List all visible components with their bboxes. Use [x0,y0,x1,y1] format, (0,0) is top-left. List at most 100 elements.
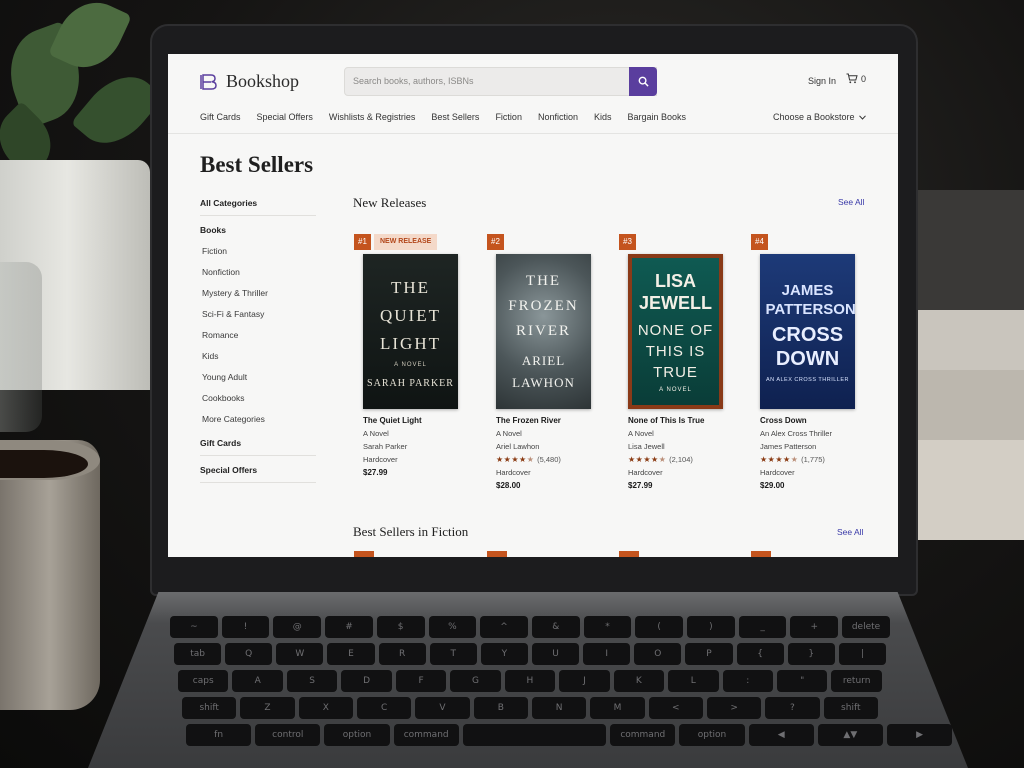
cart-count: 0 [861,73,867,84]
sidebar-item-cookbooks[interactable]: Cookbooks [200,392,316,413]
keyboard-key: < [648,697,703,719]
page-title: Best Sellers [200,152,314,177]
book-price: $28.00 [496,481,521,490]
nav-best-sellers[interactable]: Best Sellers [431,112,479,122]
nav-kids[interactable]: Kids [594,112,612,122]
search-button[interactable] [629,67,657,96]
rank-badge: #1 [354,234,371,250]
rank-badge-partial [751,551,771,557]
category-sidebar: All Categories Books Fiction Nonfiction … [200,198,316,492]
keyboard-key: command [393,724,459,746]
keyboard-key: } [787,643,835,665]
book-cover[interactable]: LISA JEWELL NONE OF THIS IS TRUE A NOVEL [628,254,723,409]
keyboard-key: tab [174,643,222,665]
rank-badge: #4 [751,234,768,250]
cart-button[interactable]: 0 [846,73,866,84]
book-author[interactable]: James Patterson [760,442,870,455]
keyboard-key: T [429,643,477,665]
keyboard-key: K [613,670,665,692]
keyboard-key: * [583,616,632,638]
book-title[interactable]: The Quiet Light [363,416,473,429]
sidebar-item-kids[interactable]: Kids [200,350,316,371]
nav-gift-cards[interactable]: Gift Cards [200,112,241,122]
keyboard-key: + [790,616,839,638]
sidebar-item-romance[interactable]: Romance [200,329,316,350]
keyboard-row: shift Z X C V B N M < >? shift [182,697,878,719]
divider [200,455,316,456]
section-title-fiction: Best Sellers in Fiction [353,524,469,539]
book-format: Hardcover [760,468,795,477]
see-all-link[interactable]: See All [837,527,863,537]
nav-bargain-books[interactable]: Bargain Books [628,112,687,122]
drinking-glass [0,262,42,432]
keyboard-key: " [776,670,828,692]
book-title[interactable]: Cross Down [760,416,870,429]
keyboard-key: E [327,643,375,665]
book-subtitle: A Novel [363,429,389,438]
book-author[interactable]: Ariel Lawhon [496,442,606,455]
sidebar-item-mystery-thriller[interactable]: Mystery & Thriller [200,287,316,308]
book-author[interactable]: Sarah Parker [363,442,473,455]
book-meta: The Frozen River A Novel Ariel Lawhon ★★… [496,416,606,494]
book-cover[interactable]: THE FROZEN RIVER ARIEL LAWHON [496,254,591,409]
keyboard-key: ) [687,616,735,638]
sidebar-item-young-adult[interactable]: Young Adult [200,371,316,392]
keyboard-key: # [325,616,373,638]
review-count: (5,480) [537,455,561,464]
nav-fiction[interactable]: Fiction [495,112,522,122]
sidebar-all-categories[interactable]: All Categories [200,198,316,215]
book-price: $29.00 [760,481,785,490]
book-title[interactable]: The Frozen River [496,416,606,429]
sidebar-item-scifi-fantasy[interactable]: Sci-Fi & Fantasy [200,308,316,329]
sidebar-item-more-categories[interactable]: More Categories [200,413,316,434]
keyboard-key: ▲▼ [817,724,883,746]
keyboard-key: { [736,643,784,665]
choose-bookstore-dropdown[interactable]: Choose a Bookstore [773,112,866,122]
sidebar-item-nonfiction[interactable]: Nonfiction [200,266,316,287]
book-cover[interactable]: JAMES PATTERSON CROSS DOWN AN ALEX CROSS… [760,254,856,409]
keyboard-key: ( [635,616,684,638]
sidebar-special-offers[interactable]: Special Offers [200,465,316,482]
cover-author: NONE OF THIS IS TRUE [637,322,714,381]
cover-author: ARIEL LAWHON [512,353,575,390]
book-cover[interactable]: THE QUIET LIGHT A NOVEL SARAH PARKER [363,254,458,409]
keyboard-key: fn [186,724,252,746]
search-input[interactable]: Search books, authors, ISBNs [344,67,657,96]
keyboard-key: _ [738,616,787,638]
coffee-mug [0,440,100,710]
keyboard-key: S [286,670,338,692]
keyboard-key: ▶ [886,724,953,746]
keyboard-row: ~! @ # $% ^ & *() _ + delete [170,616,890,638]
book-subtitle: A Novel [628,429,654,438]
site-logo[interactable]: Bookshop [200,71,299,92]
cover-title: JAMES PATTERSON [765,281,856,318]
see-all-link[interactable]: See All [838,197,864,207]
sign-in-link[interactable]: Sign In [808,76,836,86]
keyboard-key: option [679,724,745,746]
book-author[interactable]: Lisa Jewell [628,442,738,455]
keyboard-key: G [450,670,501,692]
keyboard-key: C [356,697,412,719]
nav-wishlists[interactable]: Wishlists & Registries [329,112,416,122]
keyboard-key: B [473,697,528,719]
keyboard-key [462,724,607,746]
sidebar-gift-cards[interactable]: Gift Cards [200,434,316,455]
book-format: Hardcover [496,468,531,477]
keyboard-key: delete [842,616,890,638]
book-title[interactable]: None of This Is True [628,416,738,429]
star-rating: ★★★★★ (2,104) [628,455,693,464]
keyboard-key: Z [240,697,295,719]
site-header: Bookshop Search books, authors, ISBNs Si… [168,54,898,134]
nav-special-offers[interactable]: Special Offers [257,112,313,122]
review-count: (1,775) [801,455,825,464]
keyboard-key: I [583,643,631,665]
sidebar-books-heading[interactable]: Books [200,225,316,245]
sidebar-item-fiction[interactable]: Fiction [200,245,316,266]
keyboard-key: N [531,697,587,719]
keyboard-row: fn control option command command option ◀ ▲▼ ▶ [186,724,953,746]
keyboard-key: L [668,670,719,692]
keyboard-key: W [276,643,324,665]
nav-nonfiction[interactable]: Nonfiction [538,112,578,122]
keyboard-key: @ [273,616,322,638]
main-nav: Gift Cards Special Offers Wishlists & Re… [200,112,686,122]
